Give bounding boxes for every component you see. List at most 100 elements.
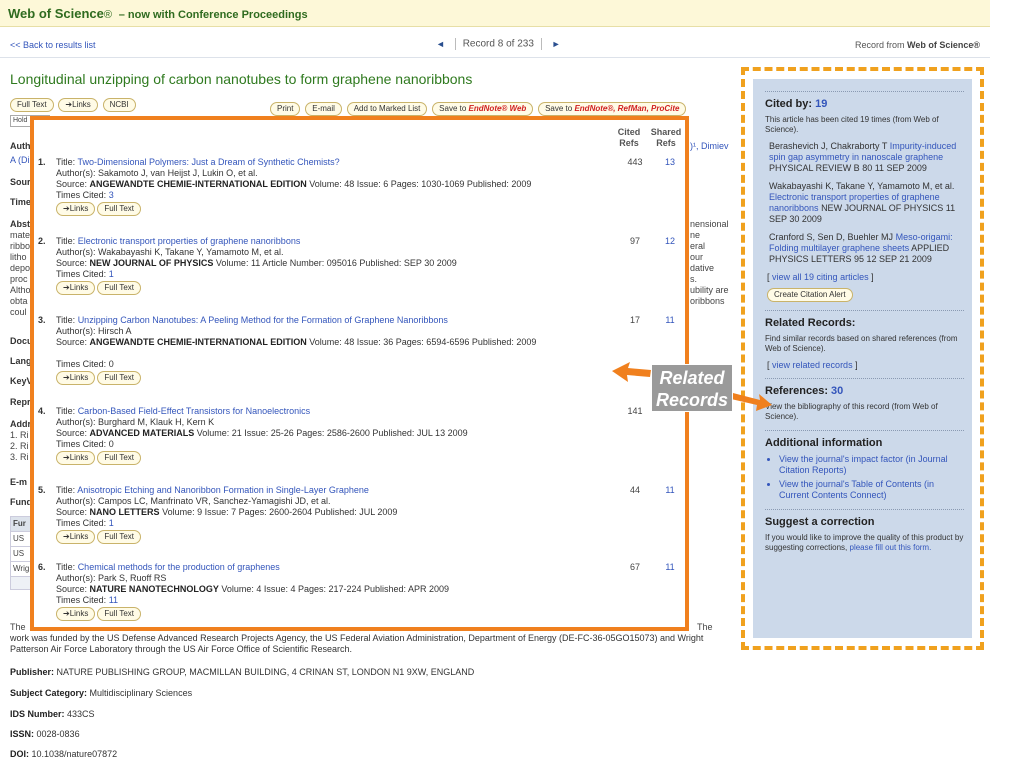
cited-by-count[interactable]: 19 [815,98,827,110]
subject-line: Subject Category: Multidisciplinary Scie… [10,688,192,698]
citing-article: Cranford S, Sen D, Buehler MJ Meso-origa… [769,232,964,265]
related-record-title-link[interactable]: Unzipping Carbon Nanotubes: A Peeling Me… [78,315,448,325]
related-record-times-cited: Times Cited: 0 [56,439,114,449]
issn-value: 0028-0836 [36,729,80,739]
full-text-button[interactable]: Full Text [97,202,142,216]
funding-text-tail: The [697,622,713,632]
related-records-heading: Related Records: [765,317,856,329]
links-button[interactable]: ➔Links [56,281,96,295]
full-text-button[interactable]: Full Text [97,281,142,295]
related-records-popup: Cited Refs Shared Refs 1. Title: Two-Dime… [30,116,689,631]
shared-refs-count[interactable]: 11 [656,562,684,573]
shared-refs-count[interactable]: 11 [656,485,684,496]
related-record-title-link[interactable]: Electronic transport properties of graph… [78,236,301,246]
related-record-title-line: Title: Chemical methods for the producti… [56,562,616,573]
shared-refs-count[interactable]: 12 [656,236,684,247]
cited-refs-count: 44 [629,485,640,495]
abstract-right-fragment: nensional ne eral our dative s. ubility … [690,219,729,306]
related-record-title-link[interactable]: Chemical methods for the production of g… [78,562,280,572]
email-button[interactable]: E-mail [305,102,342,116]
cited-refs-count: 141 [627,406,643,416]
related-record-authors: Author(s): Wakabayashi K, Takane Y, Yama… [56,247,284,257]
references-heading: References: 30 [765,385,964,397]
ncbi-button[interactable]: NCBI [102,98,136,112]
title-prefix: Title: [56,315,76,325]
shared-refs-count[interactable]: 11 [656,315,684,326]
additional-info-heading: Additional information [765,437,883,449]
related-record-body: Title: Chemical methods for the producti… [56,562,616,621]
funding-label: Fund [10,497,32,507]
author-tail-fragment[interactable]: )¹, Dimiev [690,141,729,152]
links-button[interactable]: ➔Links [58,98,98,112]
related-record-times-cited: Times Cited: 3 [56,190,114,200]
next-record-icon[interactable]: ► [552,39,561,49]
times-cited-label: Time [10,197,31,207]
related-record-title-link[interactable]: Anisotropic Etching and Nanoribbon Forma… [77,485,369,495]
links-button[interactable]: ➔Links [56,202,96,216]
save-to-endnote-web-button[interactable]: Save to EndNote® Web [432,102,534,116]
full-text-button[interactable]: Full Text [10,98,54,112]
doi-label: DOI: [10,749,29,759]
endnote-more-label: EndNote®, RefMan, ProCite [574,104,680,113]
title-prefix: Title: [56,236,76,246]
save-to-endnote-button[interactable]: Save to EndNote®, RefMan, ProCite [538,102,687,116]
references-count[interactable]: 30 [831,385,843,397]
journal-impact-factor-link[interactable]: View the journal's impact factor (in Jou… [779,454,964,476]
shared-refs-count[interactable]: 13 [656,157,684,168]
suggest-correction-section: Suggest a correction If you would like t… [765,509,964,553]
references-note: View the bibliography of this record (fr… [765,402,938,421]
issn-line: ISSN: 0028-0836 [10,729,80,739]
view-all-citing-link[interactable]: [ view all 19 citing articles ] [767,272,964,282]
related-record-times-cited: Times Cited: 11 [56,595,119,605]
funding-text-start: The [10,622,26,632]
brand-title[interactable]: Web of Science [8,6,104,21]
cited-by-label: Cited by: [765,98,813,110]
citing-article: Berashevich J, Chakraborty T Impurity-in… [769,141,964,174]
citing-authors: Berashevich J, Chakraborty T [769,141,888,151]
author-link-fragment[interactable]: A (Di [10,155,30,166]
related-record-title-link[interactable]: Carbon-Based Field-Effect Transistors fo… [78,406,310,416]
shared-refs-column-header: Shared Refs [650,127,682,148]
create-citation-alert-button[interactable]: Create Citation Alert [767,288,853,302]
article-link-buttons: Full Text ➔Links NCBI [10,98,138,112]
pager-divider [454,38,456,50]
article-output-buttons: Print E-mail Add to Marked List Save to … [270,102,688,116]
back-to-results-link[interactable]: << Back to results list [10,40,96,50]
journal-toc-link[interactable]: View the journal's Table of Contents (in… [779,479,964,501]
related-record-source: Source: ANGEWANDTE CHEMIE-INTERNATIONAL … [56,337,537,347]
related-records-section: Related Records: Find similar records ba… [765,310,964,370]
full-text-button[interactable]: Full Text [97,451,142,465]
record-from-source: Web of Science® [907,40,980,50]
brand-tagline: – now with Conference Proceedings [118,9,308,21]
doi-value: 10.1038/nature07872 [31,749,118,759]
full-text-button[interactable]: Full Text [97,607,142,621]
references-label: References: [765,385,828,397]
prev-record-icon[interactable]: ◄ [436,39,445,49]
add-to-marked-list-button[interactable]: Add to Marked List [346,102,428,116]
related-record-actions: ➔Links Full Text [56,371,616,385]
related-record-actions: ➔Links Full Text [56,607,616,621]
additional-info-section: Additional information View the journal'… [765,430,964,501]
related-record-actions: ➔Links Full Text [56,281,616,295]
suggest-form-link[interactable]: please fill out this form. [850,543,932,552]
cited-refs-count: 67 [629,562,640,572]
links-button[interactable]: ➔Links [56,530,96,544]
related-record-title-line: Title: Unzipping Carbon Nanotubes: A Pee… [56,315,616,326]
title-prefix: Title: [56,562,76,572]
related-record-number: 1. [38,157,46,167]
cited-refs-count: 17 [629,315,640,325]
links-button[interactable]: ➔Links [56,371,96,385]
related-record-body: Title: Carbon-Based Field-Effect Transis… [56,406,616,465]
related-record-number: 3. [38,315,46,325]
view-related-records-link[interactable]: [ view related records ] [767,360,964,370]
full-text-button[interactable]: Full Text [97,530,142,544]
record-nav-bar: << Back to results list ◄ Record 8 of 23… [0,32,990,58]
print-button[interactable]: Print [270,102,301,116]
related-record-source: Source: ANGEWANDTE CHEMIE-INTERNATIONAL … [56,179,532,189]
links-button[interactable]: ➔Links [56,451,96,465]
related-record-number: 5. [38,485,46,495]
links-button[interactable]: ➔Links [56,607,96,621]
full-text-button[interactable]: Full Text [97,371,142,385]
related-record-title-link[interactable]: Two-Dimensional Polymers: Just a Dream o… [78,157,340,167]
cited-refs-column-header: Cited Refs [617,127,641,148]
